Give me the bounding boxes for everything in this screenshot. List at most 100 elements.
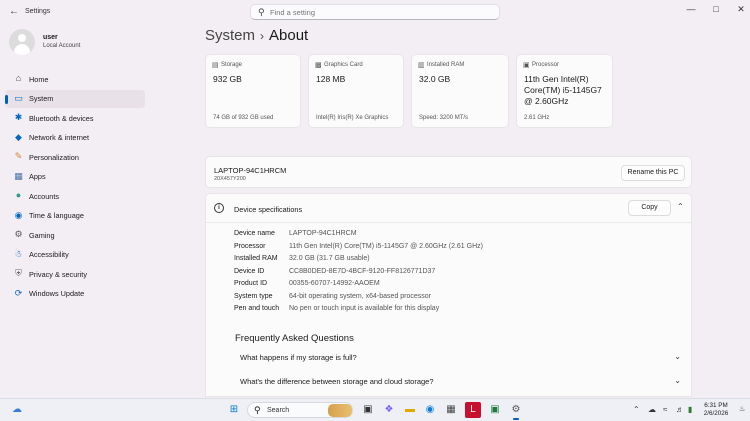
network-icon: ◆ [15, 131, 22, 142]
rename-pc-button[interactable]: Rename this PC [621, 165, 685, 181]
spec-key: System type [234, 292, 273, 300]
sidebar-item-personalization[interactable]: ✎ Personalization [5, 148, 145, 166]
sidebar-item-label: Accounts [29, 191, 60, 201]
search-highlight-image [328, 404, 352, 417]
volume-icon[interactable]: ♬ [676, 405, 684, 414]
accounts-icon: ● [15, 190, 22, 200]
sidebar-nav: ⌂ Home ▭ System ✱ Bluetooth & devices ◆ … [5, 70, 145, 304]
sidebar-item-label: Network & internet [29, 133, 90, 142]
chevron-up-icon[interactable]: ⌃ [633, 405, 640, 414]
sidebar-item-windows-update[interactable]: ⟳ Windows Update [5, 285, 145, 303]
pc-name-panel: LAPTOP-94C1HRCM 20X457Y200 Rename this P… [205, 156, 692, 188]
pc-model: 20X457Y200 [214, 176, 246, 182]
faq-question: What's the difference between storage an… [240, 377, 434, 386]
apps-icon: ▦ [14, 170, 23, 181]
sidebar-item-label: Privacy & security [29, 269, 87, 279]
spec-key: Installed RAM [234, 255, 278, 262]
graphics-card-card[interactable]: ▩ Graphics Card 128 MB Intel(R) Iris(R) … [308, 54, 404, 128]
avatar [9, 29, 35, 55]
info-icon: i [214, 203, 224, 213]
shield-icon: ⛨ [15, 268, 22, 278]
notification-bell-icon[interactable]: ♨ [739, 405, 745, 413]
title-bar: ← Settings ⚲ — □ ✕ [0, 0, 750, 24]
sidebar-item-accounts[interactable]: ● Accounts [5, 187, 145, 205]
card-value: 11th Gen Intel(R) Core(TM) i5-1145G7 @ 2… [524, 74, 602, 106]
clock[interactable]: 6:31 PM 2/6/2026 [696, 402, 736, 418]
sidebar-item-bluetooth[interactable]: ✱ Bluetooth & devices [5, 109, 145, 127]
breadcrumb-parent[interactable]: System [205, 27, 255, 44]
card-label: Graphics Card [324, 61, 363, 68]
update-icon: ⟳ [14, 287, 23, 298]
store-icon[interactable]: ▦ [443, 402, 459, 418]
sidebar-item-label: Time & language [29, 211, 84, 220]
settings-search-box[interactable]: ⚲ [250, 4, 500, 20]
gaming-icon: ⚙ [14, 229, 23, 239]
lenovo-app-icon[interactable]: L [465, 402, 481, 418]
file-explorer-icon[interactable]: ▬ [402, 402, 418, 418]
faq-item[interactable]: What happens if my storage is full? ⌄ [234, 347, 685, 367]
app-icon[interactable]: ▣ [487, 402, 503, 418]
faq-item[interactable]: What's the difference between storage an… [234, 371, 685, 391]
sidebar-item-label: Home [29, 74, 49, 84]
spec-key: Product ID [234, 280, 268, 287]
taskbar: ☁ ⊞ ⚲ Search ▣ ❖ ▬ ◉ ▦ L ▣ ⚙ ⌃ ☁ ≈ ♬ ▮ 6… [0, 398, 750, 421]
brush-icon: ✎ [14, 151, 23, 161]
card-subtext: Speed: 3200 MT/s [419, 115, 469, 121]
settings-app-icon[interactable]: ⚙ [508, 402, 524, 420]
minimize-icon[interactable]: — [684, 4, 698, 14]
ram-card[interactable]: ▥ Installed RAM 32.0 GB Speed: 3200 MT/s [411, 54, 509, 128]
copy-button[interactable]: Copy [628, 200, 671, 216]
card-value: 128 MB [316, 74, 346, 84]
maximize-icon[interactable]: □ [709, 4, 723, 14]
spec-key: Device ID [234, 267, 265, 275]
spec-value: 64-bit operating system, x64-based proce… [289, 292, 432, 300]
clock-date: 2/6/2026 [703, 410, 729, 417]
gpu-icon: ▩ [315, 62, 322, 69]
ram-icon: ▥ [418, 62, 425, 69]
accessibility-icon: ☃ [14, 248, 23, 259]
sidebar-item-home[interactable]: ⌂ Home [5, 70, 145, 88]
copilot-icon[interactable]: ❖ [381, 402, 397, 418]
sidebar-item-apps[interactable]: ▦ Apps [5, 168, 145, 186]
battery-icon[interactable]: ▮ [688, 405, 692, 414]
back-arrow-icon[interactable]: ← [9, 6, 19, 17]
settings-search-input[interactable] [270, 7, 490, 18]
card-value: 32.0 GB [419, 74, 451, 84]
taskbar-search[interactable]: ⚲ Search [247, 402, 353, 418]
processor-card[interactable]: ▣ Processor 11th Gen Intel(R) Core(TM) i… [516, 54, 613, 128]
card-label: Processor [532, 61, 560, 68]
storage-card[interactable]: ▤ Storage 932 GB 74 GB of 932 GB used [205, 54, 301, 128]
sidebar-item-gaming[interactable]: ⚙ Gaming [5, 226, 145, 244]
edge-browser-icon[interactable]: ◉ [422, 402, 438, 418]
search-icon: ⚲ [258, 7, 265, 17]
sidebar-item-privacy[interactable]: ⛨ Privacy & security [5, 265, 145, 283]
task-view-icon[interactable]: ▣ [360, 402, 376, 418]
card-value: 932 GB [213, 74, 242, 84]
spec-value: LAPTOP-94C1HRCM [289, 230, 357, 237]
sidebar-item-network[interactable]: ◆ Network & internet [5, 129, 145, 147]
card-label: Storage [221, 61, 243, 68]
card-subtext: 2.61 GHz [524, 115, 550, 121]
spec-key: Device name [234, 230, 275, 237]
start-icon[interactable]: ⊞ [226, 402, 242, 418]
onedrive-icon[interactable]: ☁ [648, 405, 656, 414]
spec-value: No pen or touch input is available for t… [289, 305, 440, 312]
close-icon[interactable]: ✕ [734, 4, 748, 15]
search-icon: ⚲ [254, 405, 261, 415]
wifi-icon[interactable]: ≈ [663, 405, 667, 414]
chevron-up-icon[interactable]: ⌃ [677, 202, 684, 211]
spec-key: Pen and touch [234, 305, 280, 312]
spec-value: 32.0 GB (31.7 GB usable) [289, 255, 370, 262]
breadcrumb: System › About [205, 27, 308, 44]
sidebar-item-accessibility[interactable]: ☃ Accessibility [5, 246, 145, 264]
sidebar-item-time-language[interactable]: ◉ Time & language [5, 207, 145, 225]
chevron-right-icon: › [260, 29, 265, 43]
sidebar-item-label: Accessibility [29, 250, 69, 259]
bluetooth-icon: ✱ [14, 112, 23, 122]
weather-icon[interactable]: ☁ [9, 402, 25, 418]
device-specifications-header[interactable]: i Device specifications Copy ⌃ [206, 194, 691, 223]
sidebar-item-label: Apps [29, 172, 46, 181]
card-subtext: 74 GB of 932 GB used [213, 115, 274, 121]
page-title: About [269, 27, 309, 44]
sidebar-item-system[interactable]: ▭ System [5, 89, 145, 108]
